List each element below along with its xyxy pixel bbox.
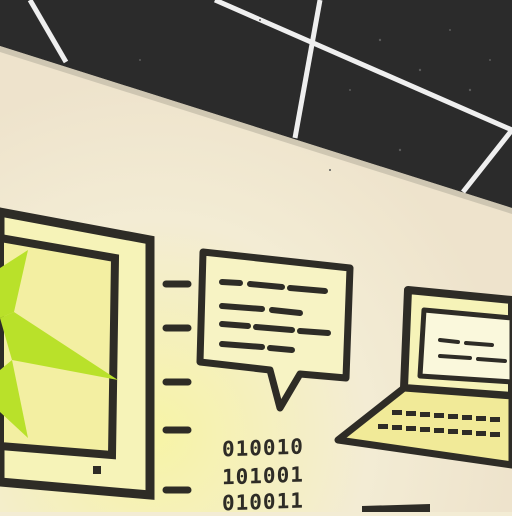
scene-drawing [0, 0, 512, 512]
photo-scene: 010010 101001 010011 [0, 0, 512, 515]
binary-line-2: 101001 [222, 462, 304, 490]
binary-line-1: 010010 [222, 434, 304, 462]
binary-line-3: 010011 [222, 488, 304, 516]
